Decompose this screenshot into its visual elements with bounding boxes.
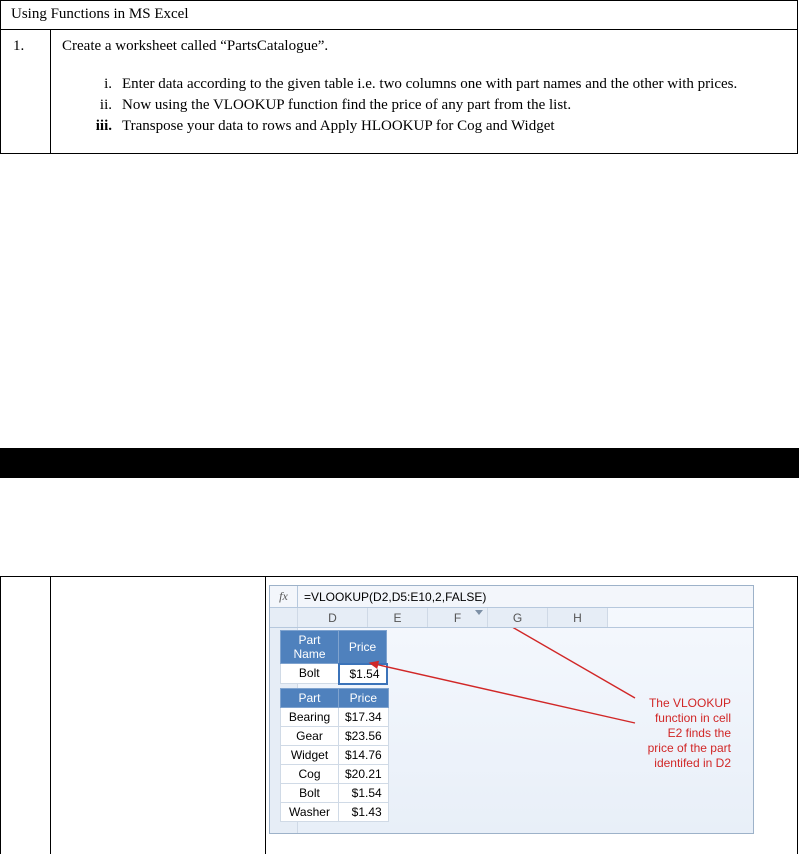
parts-header-part: Part	[281, 689, 339, 708]
col-header-e: E	[368, 608, 428, 627]
instruction-table: Using Functions in MS Excel 1. Create a …	[0, 0, 798, 154]
column-headers: D E F G H	[270, 608, 753, 628]
list-item: iii.Transpose your data to rows and Appl…	[112, 117, 789, 136]
filter-dropdown-icon	[475, 610, 483, 615]
page-divider	[0, 448, 799, 478]
formula-bar: fx =VLOOKUP(D2,D5:E10,2,FALSE)	[270, 586, 753, 608]
doc-title: Using Functions in MS Excel	[1, 1, 798, 30]
col-header-d: D	[298, 608, 368, 627]
list-item: ii.Now using the VLOOKUP function find t…	[112, 96, 789, 115]
parts-header-price: Price	[339, 689, 389, 708]
parts-table: Part Price Bearing$17.34 Gear$23.56 Widg…	[280, 688, 389, 822]
step-instructions: Create a worksheet called “PartsCatalogu…	[51, 30, 798, 154]
lookup-part: Bolt	[281, 664, 339, 684]
col-header-h: H	[548, 608, 608, 627]
lookup-header-part: Part Name	[281, 631, 339, 664]
step-text: Create a worksheet called “PartsCatalogu…	[62, 38, 789, 55]
lookup-table: Part Name Price Bolt $1.54	[280, 630, 388, 685]
formula-input: =VLOOKUP(D2,D5:E10,2,FALSE)	[298, 590, 753, 604]
lookup-header-price: Price	[339, 631, 387, 664]
callout-text: The VLOOKUP function in cell E2 finds th…	[639, 696, 731, 771]
lookup-price-selected: $1.54	[339, 664, 387, 684]
step-number: 1.	[1, 30, 51, 154]
excel-screenshot: fx =VLOOKUP(D2,D5:E10,2,FALSE) D E F G H	[269, 585, 754, 834]
fx-icon: fx	[270, 586, 298, 608]
col-header-g: G	[488, 608, 548, 627]
col-header-f: F	[428, 608, 488, 627]
example-table: fx =VLOOKUP(D2,D5:E10,2,FALSE) D E F G H	[0, 576, 798, 854]
list-item: i.Enter data according to the given tabl…	[112, 75, 789, 94]
